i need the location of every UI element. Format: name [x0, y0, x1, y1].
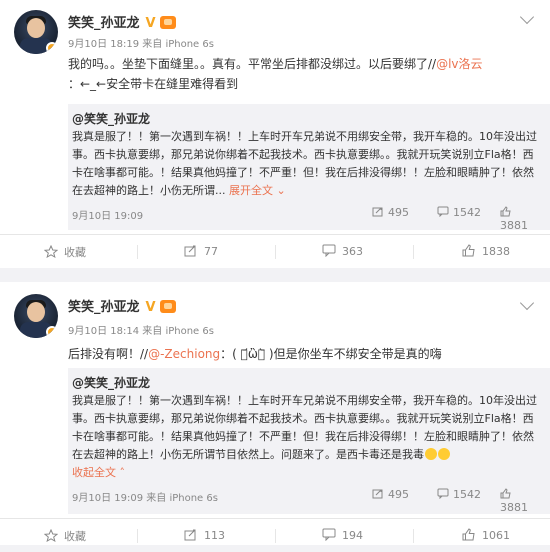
expand-link[interactable]: 展开全文 — [229, 184, 273, 197]
avatar[interactable] — [14, 294, 58, 338]
author-name[interactable]: 笑笑_孙亚龙 V — [68, 12, 176, 31]
verified-badge — [46, 326, 58, 338]
like-button[interactable]: 1838 — [462, 244, 510, 258]
comment-button[interactable]: 194 — [322, 528, 363, 542]
chevron-down-icon[interactable]: ⌄ — [273, 184, 285, 197]
post-text: 后排没有啊！//@-Zechiong：( ･᷄ὢ･᷅ )但是你坐车不绑安全带是真… — [68, 347, 442, 361]
like-icon — [500, 488, 511, 499]
quote-comment[interactable]: 1542 — [437, 206, 481, 219]
chevron-down-icon[interactable] — [519, 295, 535, 311]
like-icon — [462, 528, 475, 541]
post-meta: 9月10日 18:19 来自 iPhone 6s — [68, 39, 214, 50]
author-name[interactable]: 笑笑_孙亚龙 V — [68, 296, 176, 315]
quote-body: 我真是服了！！第一次遇到车祸！！上车时开车兄弟说不用绑安全带，我开车稳的。10年… — [72, 394, 537, 479]
repost-icon — [372, 207, 383, 217]
level-icon — [159, 16, 176, 29]
verified-icon: V — [145, 16, 156, 31]
divider — [413, 245, 414, 259]
collect-button[interactable]: 收藏 — [44, 528, 86, 544]
divider — [413, 529, 414, 543]
verified-icon: V — [145, 300, 156, 315]
chevron-down-icon[interactable] — [519, 9, 535, 25]
verified-badge — [46, 42, 58, 54]
like-icon — [462, 244, 475, 257]
weibo-post: 笑笑_孙亚龙 V 9月10日 18:19 来自 iPhone 6s 我的吗。。坐垫… — [0, 0, 550, 268]
action-bar: 收藏 77 363 1838 — [0, 234, 550, 268]
quote-like[interactable]: 3881 — [500, 488, 540, 514]
collect-button[interactable]: 收藏 — [44, 244, 86, 260]
quote-author[interactable]: @笑笑_孙亚龙 — [72, 374, 540, 392]
comment-icon — [437, 206, 449, 217]
quote-author[interactable]: @笑笑_孙亚龙 — [72, 110, 540, 128]
divider — [275, 245, 276, 259]
divider — [137, 529, 138, 543]
quote-repost[interactable]: 495 — [372, 488, 409, 501]
crying-emoji-icon — [425, 448, 437, 460]
mention-link[interactable]: @lv洛云 — [436, 57, 482, 71]
quote-like[interactable]: 3881 — [500, 206, 540, 232]
comment-icon — [322, 244, 336, 257]
quote-comment[interactable]: 1542 — [437, 488, 481, 501]
avatar[interactable] — [14, 10, 58, 54]
quote-body: 我真是服了！！第一次遇到车祸！！上车时开车兄弟说不用绑安全带，我开车稳的。10年… — [72, 130, 537, 197]
weibo-post: 笑笑_孙亚龙 V 9月10日 18:14 来自 iPhone 6s 后排没有啊！/… — [0, 282, 550, 545]
comment-button[interactable]: 363 — [322, 244, 363, 258]
mention-link[interactable]: @-Zechiong — [148, 347, 220, 361]
repost-icon — [184, 529, 196, 541]
quote-repost[interactable]: 495 — [372, 206, 409, 219]
post-meta: 9月10日 18:14 来自 iPhone 6s — [68, 326, 214, 337]
divider — [137, 245, 138, 259]
divider — [275, 529, 276, 543]
repost-icon — [184, 245, 196, 257]
like-button[interactable]: 1061 — [462, 528, 510, 542]
like-icon — [500, 206, 511, 217]
chevron-up-icon[interactable]: ˄ — [116, 466, 125, 479]
collapse-link[interactable]: 收起全文 — [72, 466, 116, 479]
comment-icon — [437, 488, 449, 499]
post-text: 我的吗。。坐垫下面缝里。。真有。平常坐后排都没绑过。以后要绑了//@lv洛云 ：… — [68, 57, 483, 91]
quote-footer: 9月10日 19:09 495 1542 3881 — [72, 200, 540, 232]
star-icon — [44, 245, 58, 258]
crying-emoji-icon — [438, 448, 450, 460]
quote-footer: 9月10日 19:09 来自 iPhone 6s 495 1542 3881 — [72, 482, 540, 514]
repost-icon — [372, 489, 383, 499]
quoted-post[interactable]: @笑笑_孙亚龙 我真是服了！！第一次遇到车祸！！上车时开车兄弟说不用绑安全带，我… — [68, 104, 550, 232]
action-bar: 收藏 113 194 1061 — [0, 518, 550, 552]
comment-icon — [322, 528, 336, 541]
star-icon — [44, 529, 58, 542]
level-icon — [159, 300, 176, 313]
repost-button[interactable]: 77 — [184, 244, 218, 258]
repost-button[interactable]: 113 — [184, 528, 225, 542]
quoted-post[interactable]: @笑笑_孙亚龙 我真是服了！！第一次遇到车祸！！上车时开车兄弟说不用绑安全带，我… — [68, 368, 550, 514]
